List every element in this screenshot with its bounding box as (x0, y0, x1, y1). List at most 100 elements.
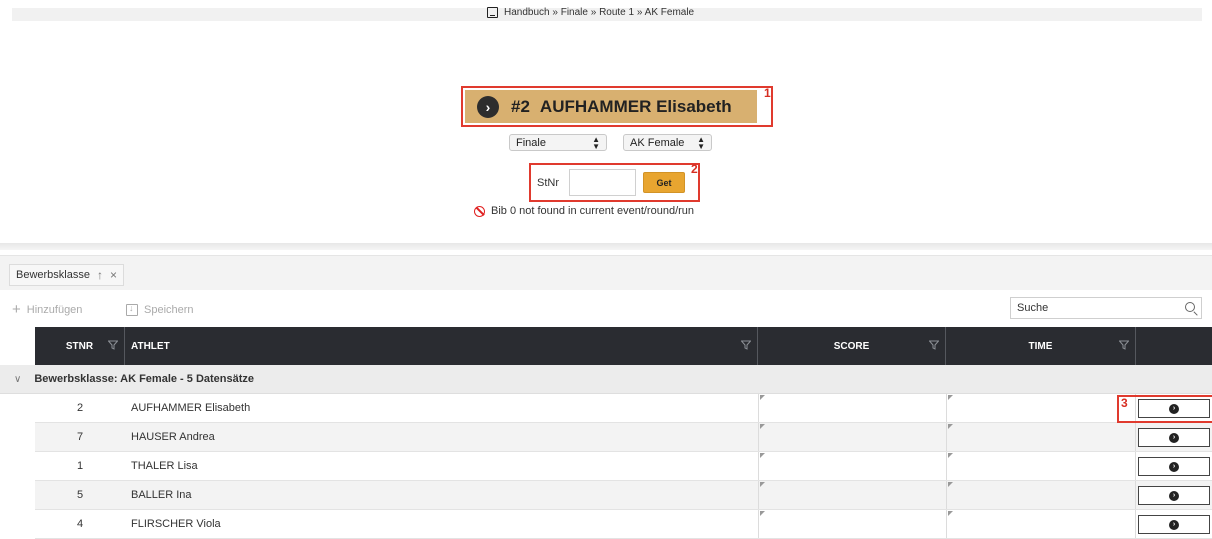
dirty-marker (760, 511, 765, 516)
stnr-label: StNr (537, 177, 559, 189)
dirty-marker (760, 395, 765, 400)
action-highlight-box (1117, 395, 1212, 423)
cell-score[interactable] (758, 423, 946, 451)
breadcrumb: Handbuch » Finale » Route 1 » AK Female (487, 7, 694, 18)
section-divider (0, 243, 1212, 250)
chevron-down-icon[interactable]: ∨ (14, 374, 21, 385)
save-button[interactable]: Speichern (126, 303, 194, 316)
column-header-athlet[interactable]: ATHLET (125, 327, 758, 365)
breadcrumb-text[interactable]: Handbuch » Finale » Route 1 » AK Female (504, 7, 694, 18)
column-label: ATHLET (131, 340, 170, 352)
open-athlete-button[interactable]: › (1138, 515, 1210, 534)
cell-stnr: 7 (76, 431, 84, 443)
select-caret-icon: ▲ ▼ (697, 134, 705, 151)
dirty-marker (760, 482, 765, 487)
dirty-marker (948, 424, 953, 429)
cell-stnr: 4 (76, 518, 84, 530)
chevron-right-icon: › (1169, 432, 1179, 443)
annotation-marker-2: 2 (691, 162, 698, 176)
round-select-value: Finale (516, 136, 546, 149)
cell-time[interactable] (946, 452, 1136, 480)
dirty-marker (948, 453, 953, 458)
chevron-right-icon: › (1169, 519, 1179, 530)
current-athlete-banner[interactable]: › #2 AUFHAMMER Elisabeth (465, 90, 757, 123)
column-header-score[interactable]: SCORE (758, 327, 946, 365)
cell-score[interactable] (758, 510, 946, 538)
column-label: TIME (1028, 340, 1053, 352)
table-row[interactable]: 1 THALER Lisa › (35, 452, 1212, 481)
dirty-marker (948, 395, 953, 400)
search-icon[interactable] (1185, 302, 1195, 312)
table-row[interactable]: 2 AUFHAMMER Elisabeth › (35, 394, 1212, 423)
cell-athlet: THALER Lisa (131, 460, 198, 472)
save-icon (126, 303, 138, 316)
open-athlete-button[interactable]: › (1138, 486, 1210, 505)
save-button-label: Speichern (144, 304, 194, 316)
column-label: SCORE (833, 340, 870, 352)
cell-stnr: 5 (76, 489, 84, 501)
dirty-marker (948, 511, 953, 516)
stnr-input[interactable] (569, 169, 636, 196)
error-text: Bib 0 not found in current event/round/r… (491, 205, 695, 217)
cell-time[interactable] (946, 423, 1136, 451)
category-select[interactable]: AK Female ▲ ▼ (623, 134, 712, 151)
group-row-label: Bewerbsklasse: AK Female - 5 Datensätze (34, 373, 255, 385)
dirty-marker (760, 424, 765, 429)
next-arrow-icon[interactable]: › (477, 95, 499, 118)
dirty-marker (948, 482, 953, 487)
grid-header: STNR ATHLET SCORE TIME (35, 327, 1212, 365)
grid-toolbar: + Hinzufügen Speichern Suche (0, 297, 1212, 325)
current-athlete-box: › #2 AUFHAMMER Elisabeth (461, 86, 773, 127)
search-placeholder: Suche (1017, 302, 1049, 314)
dirty-marker (760, 453, 765, 458)
column-label: STNR (65, 340, 94, 352)
annotation-marker-1: 1 (764, 86, 771, 100)
column-header-time[interactable]: TIME (946, 327, 1136, 365)
cell-athlet: FLIRSCHER Viola (131, 518, 221, 530)
chevron-right-icon: › (1169, 490, 1179, 501)
book-icon (487, 7, 498, 18)
current-athlete-name: #2 AUFHAMMER Elisabeth (511, 97, 732, 117)
current-athlete-fullname: AUFHAMMER Elisabeth (539, 96, 732, 116)
column-header-stnr[interactable]: STNR (35, 327, 125, 365)
get-button[interactable]: Get (643, 172, 685, 193)
filter-icon[interactable] (741, 340, 751, 350)
cell-score[interactable] (758, 481, 946, 509)
grouping-chip[interactable]: Bewerbsklasse ↑ × (9, 264, 124, 286)
open-athlete-button[interactable]: › (1138, 457, 1210, 476)
filter-icon[interactable] (1119, 340, 1129, 350)
cell-athlet: BALLER Ina (131, 489, 192, 501)
filter-icon[interactable] (108, 340, 118, 350)
table-row[interactable]: 5 BALLER Ina › (35, 481, 1212, 510)
chevron-right-icon: › (1169, 461, 1179, 472)
grouping-panel: Bewerbsklasse ↑ × (0, 255, 1212, 290)
cell-stnr: 2 (76, 402, 84, 414)
filter-icon[interactable] (929, 340, 939, 350)
cell-stnr: 1 (76, 460, 84, 472)
table-row[interactable]: 7 HAUSER Andrea › (35, 423, 1212, 452)
remove-group-icon[interactable]: × (110, 268, 117, 282)
group-row[interactable]: ∨ Bewerbsklasse: AK Female - 5 Datensätz… (0, 365, 1212, 394)
cell-time[interactable] (946, 394, 1136, 422)
annotation-marker-3: 3 (1121, 396, 1128, 410)
error-message: Bib 0 not found in current event/round/r… (474, 205, 694, 217)
cell-time[interactable] (946, 510, 1136, 538)
cell-athlet: AUFHAMMER Elisabeth (131, 402, 251, 414)
add-button[interactable]: + Hinzufügen (12, 301, 83, 318)
open-athlete-button[interactable]: › (1138, 428, 1210, 447)
sort-ascending-icon[interactable]: ↑ (97, 268, 103, 282)
search-input[interactable]: Suche (1010, 297, 1202, 319)
select-caret-icon: ▲ ▼ (592, 134, 600, 151)
plus-icon: + (12, 301, 21, 318)
cell-athlet: HAUSER Andrea (131, 431, 215, 443)
category-select-value: AK Female (630, 136, 685, 149)
table-row[interactable]: 4 FLIRSCHER Viola › (35, 510, 1212, 539)
current-athlete-number: #2 (511, 96, 530, 116)
round-select[interactable]: Finale ▲ ▼ (509, 134, 607, 151)
add-button-label: Hinzufügen (26, 304, 83, 316)
cell-score[interactable] (758, 394, 946, 422)
ban-icon (474, 205, 485, 217)
cell-time[interactable] (946, 481, 1136, 509)
grouping-chip-label: Bewerbsklasse (16, 269, 90, 281)
cell-score[interactable] (758, 452, 946, 480)
